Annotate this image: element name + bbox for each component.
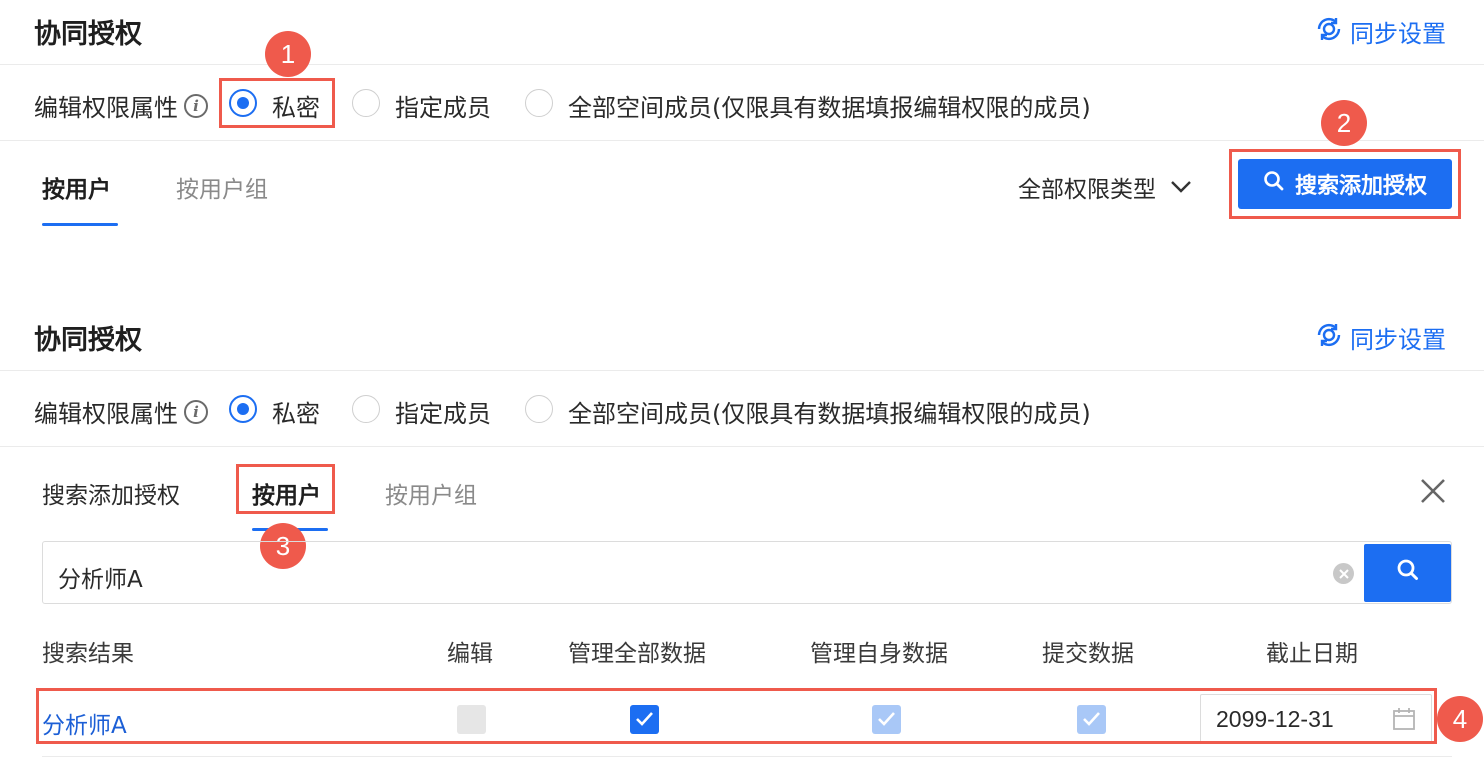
sync-settings-label: 同步设置 <box>1350 326 1446 354</box>
header-manage-self: 管理自身数据 <box>810 641 948 667</box>
section-title: 协同授权 <box>34 325 142 356</box>
radio-private[interactable] <box>229 395 257 423</box>
permission-type-label: 全部权限类型 <box>1018 177 1156 203</box>
radio-specified-members-label: 指定成员 <box>395 94 491 122</box>
clear-icon[interactable] <box>1333 563 1354 584</box>
permission-type-dropdown[interactable]: 全部权限类型 <box>1018 170 1192 204</box>
chevron-down-icon <box>1170 174 1192 200</box>
header-submit: 提交数据 <box>1042 641 1134 667</box>
radio-specified-members[interactable] <box>352 395 380 423</box>
tab-by-user-group[interactable]: 按用户组 <box>176 170 268 204</box>
divider <box>0 370 1484 371</box>
divider <box>0 446 1484 447</box>
tab-by-user[interactable]: 按用户 <box>42 170 111 204</box>
header-manage-all: 管理全部数据 <box>568 641 706 667</box>
radio-private-label: 私密 <box>272 400 320 428</box>
radio-specified-members[interactable] <box>352 89 380 117</box>
close-icon[interactable] <box>1420 478 1446 508</box>
annotation-badge-4: 4 <box>1437 696 1483 742</box>
annotation-box-2 <box>1229 149 1461 219</box>
section-title: 协同授权 <box>34 19 142 50</box>
annotation-box-4 <box>36 688 1437 744</box>
sync-settings-link[interactable]: 同步设置 <box>1316 320 1446 355</box>
divider <box>0 140 1484 141</box>
row-divider <box>42 756 1452 757</box>
search-input[interactable]: 分析师A <box>58 560 143 594</box>
info-icon[interactable]: i <box>184 399 208 424</box>
search-panel-title: 搜索添加授权 <box>42 483 180 509</box>
annotation-badge-1: 1 <box>265 31 311 77</box>
sync-settings-link[interactable]: 同步设置 <box>1316 14 1446 49</box>
radio-all-members[interactable] <box>525 89 553 117</box>
search-input-box <box>42 541 1452 604</box>
radio-all-members[interactable] <box>525 395 553 423</box>
tab-active-indicator <box>42 223 118 226</box>
radio-all-members-label: 全部空间成员(仅限具有数据填报编辑权限的成员) <box>568 94 1091 122</box>
divider <box>0 64 1484 65</box>
radio-specified-members-label: 指定成员 <box>395 400 491 428</box>
radio-all-members-label: 全部空间成员(仅限具有数据填报编辑权限的成员) <box>568 400 1091 428</box>
sync-settings-label: 同步设置 <box>1350 20 1446 48</box>
edit-attr-row: 编辑权限属性 i <box>34 88 208 123</box>
header-deadline: 截止日期 <box>1266 641 1358 667</box>
annotation-box-3 <box>236 464 335 514</box>
edit-attr-label: 编辑权限属性 <box>34 94 178 122</box>
edit-attr-row: 编辑权限属性 i <box>34 394 208 429</box>
edit-attr-label: 编辑权限属性 <box>34 400 178 428</box>
sync-icon <box>1316 322 1342 354</box>
info-icon[interactable]: i <box>184 93 208 118</box>
search-icon <box>1396 558 1420 588</box>
annotation-badge-2: 2 <box>1321 100 1367 146</box>
search-button[interactable] <box>1364 544 1451 602</box>
sync-icon <box>1316 16 1342 48</box>
header-edit: 编辑 <box>447 641 493 667</box>
header-search-result: 搜索结果 <box>42 641 134 667</box>
annotation-box-1 <box>219 78 335 128</box>
search-tab-by-user-group[interactable]: 按用户组 <box>385 476 477 510</box>
